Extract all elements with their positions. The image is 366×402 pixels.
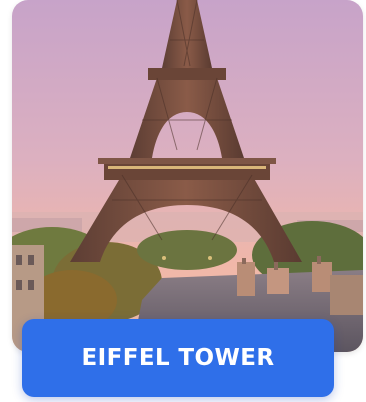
card-title: EIFFEL TOWER xyxy=(81,345,275,371)
destination-card[interactable]: EIFFEL TOWER xyxy=(0,0,366,402)
eiffel-tower-label-button[interactable]: EIFFEL TOWER xyxy=(22,319,334,397)
eiffel-tower-photo xyxy=(12,0,363,352)
